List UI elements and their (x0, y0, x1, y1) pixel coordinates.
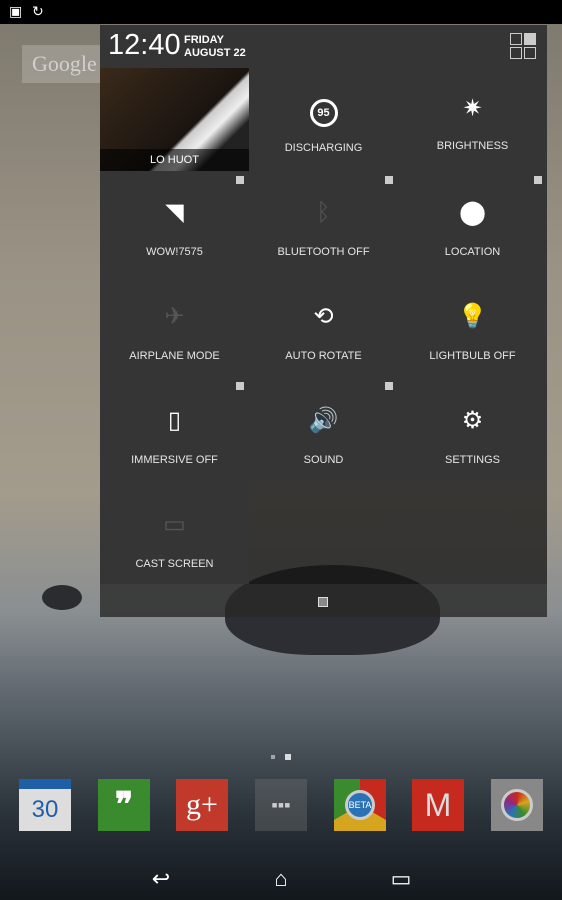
calendar-app-icon[interactable]: 30 (19, 779, 71, 831)
tile-immersive[interactable]: ▯ IMMERSIVE OFF (100, 380, 249, 483)
airplane-icon: ✈ (164, 303, 185, 330)
wallpaper-rock (42, 585, 82, 610)
status-bar: ▣ ↻ (0, 0, 562, 24)
app-drawer-icon[interactable]: ▪▪▪ (255, 779, 307, 831)
brightness-icon: ✷ (462, 95, 483, 122)
clock[interactable]: 12:40 (108, 29, 181, 62)
immersive-icon: ▯ (167, 407, 182, 434)
sound-icon: 🔊 (308, 407, 339, 434)
chrome-beta-app-icon[interactable]: BETA (334, 779, 386, 831)
drag-handle-icon[interactable] (318, 597, 328, 607)
tile-settings[interactable]: ⚙ SETTINGS (398, 380, 547, 483)
tile-label: CAST SCREEN (135, 558, 214, 570)
tile-sound[interactable]: 🔊 SOUND (249, 380, 398, 483)
tile-cast-screen[interactable]: ▭ CAST SCREEN (100, 484, 249, 587)
tile-label: BRIGHTNESS (436, 140, 509, 152)
camera-app-icon[interactable] (491, 779, 543, 831)
tile-corner-indicator (385, 176, 393, 184)
page-indicator (271, 755, 275, 759)
tile-corner-indicator (385, 382, 393, 390)
tile-label: SETTINGS (444, 454, 500, 466)
date[interactable]: FRIDAY AUGUST 22 (184, 34, 246, 60)
tile-brightness[interactable]: ✷ BRIGHTNESS (398, 68, 547, 171)
recents-button[interactable]: ▭ (381, 866, 421, 892)
tile-label: DISCHARGING (284, 142, 363, 154)
tile-auto-rotate[interactable]: ⟲ AUTO ROTATE (249, 276, 398, 379)
user-tile[interactable]: LO HUOT (100, 68, 249, 171)
tile-airplane[interactable]: ✈ AIRPLANE MODE (100, 276, 249, 379)
tile-bluetooth[interactable]: ᛒ BLUETOOTH OFF (249, 172, 398, 275)
home-button[interactable]: ⌂ (261, 866, 301, 892)
settings-icon: ⚙ (461, 407, 484, 434)
tile-wifi[interactable]: ◥ WOW!7575 (100, 172, 249, 275)
tile-location[interactable]: ⬤ LOCATION (398, 172, 547, 275)
bluetooth-icon: ᛒ (316, 199, 331, 226)
tile-label: SOUND (303, 454, 344, 466)
tile-corner-indicator (236, 176, 244, 184)
tile-label: BLUETOOTH OFF (277, 246, 370, 258)
lightbulb-icon: 💡 (457, 303, 488, 330)
hangouts-app-icon[interactable]: ❞ (98, 779, 150, 831)
back-button[interactable]: ↩ (141, 866, 181, 892)
tile-label: AIRPLANE MODE (129, 350, 220, 362)
tile-label: AUTO ROTATE (285, 350, 362, 362)
calendar-day: 30 (31, 796, 59, 823)
gmail-app-icon[interactable]: M (412, 779, 464, 831)
tile-label: LOCATION (444, 246, 501, 258)
sync-icon: ↻ (32, 3, 44, 19)
tile-corner-indicator (534, 176, 542, 184)
rotate-icon: ⟲ (313, 303, 334, 330)
page-indicator-active (285, 754, 291, 760)
user-name: LO HUOT (100, 149, 249, 171)
beta-badge: BETA (345, 790, 375, 820)
notifications-toggle-icon[interactable] (510, 33, 537, 60)
location-icon: ⬤ (459, 199, 486, 226)
tile-label: LIGHTBULB OFF (429, 350, 516, 362)
tile-label: WOW!7575 (146, 246, 203, 258)
tile-label: IMMERSIVE OFF (131, 454, 218, 466)
tile-battery[interactable]: 95 DISCHARGING (249, 68, 398, 171)
tile-lightbulb[interactable]: 💡 LIGHTBULB OFF (398, 276, 547, 379)
panel-empty-area (249, 481, 547, 584)
battery-icon: 95 (249, 94, 398, 127)
tile-corner-indicator (236, 382, 244, 390)
google-plus-app-icon[interactable]: g+ (176, 779, 228, 831)
wifi-icon: ◥ (165, 199, 184, 226)
cast-icon: ▭ (163, 511, 186, 538)
google-search-widget[interactable]: Google (22, 45, 112, 83)
image-icon: ▣ (9, 3, 23, 19)
date-label: AUGUST 22 (184, 47, 246, 59)
day-label: FRIDAY (184, 34, 224, 46)
